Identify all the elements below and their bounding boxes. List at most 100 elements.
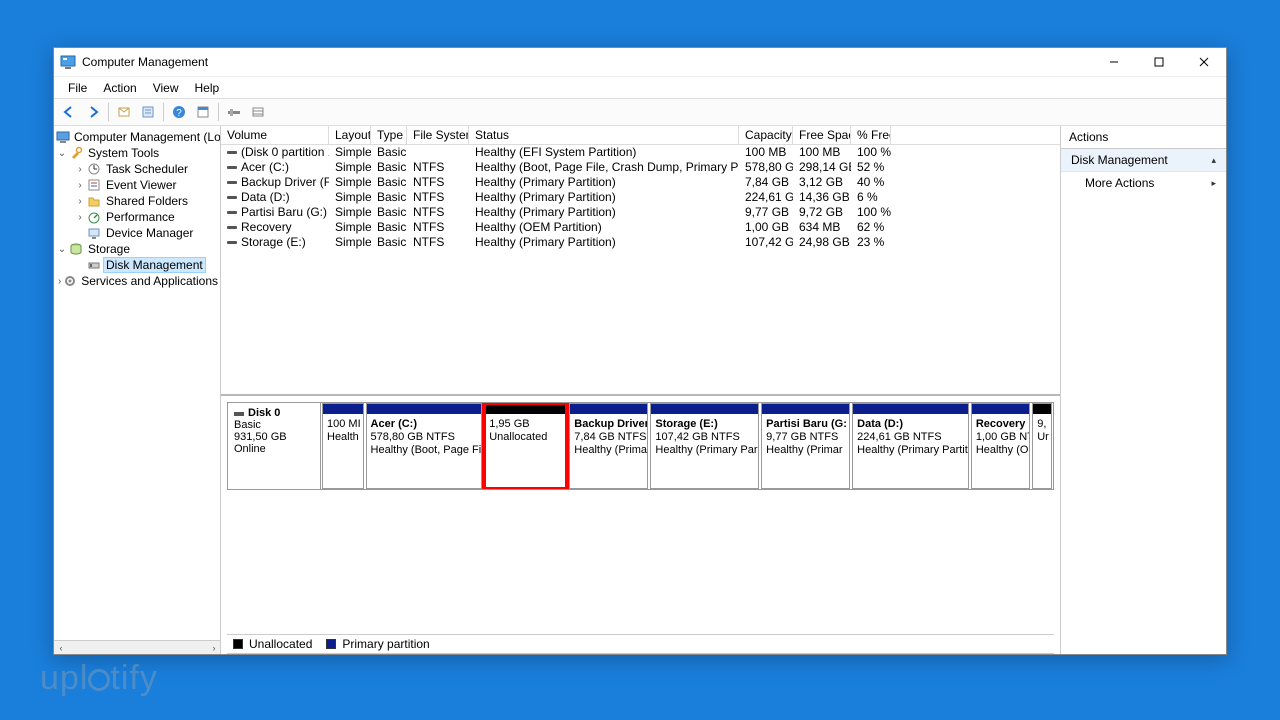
list-button[interactable]	[247, 101, 269, 123]
col-status[interactable]: Status	[469, 126, 739, 144]
disk-graphical-view[interactable]: Disk 0 Basic 931,50 GB Online 100 MIHeal…	[221, 396, 1060, 654]
col-freespace[interactable]: Free Space	[793, 126, 851, 144]
scroll-right-icon[interactable]: ›	[207, 641, 221, 655]
tree-storage[interactable]: ⌄ Storage	[56, 241, 220, 257]
device-icon	[86, 225, 102, 241]
legend-primary: Primary partition	[342, 637, 429, 651]
partition-primary[interactable]: Partisi Baru (G:9,77 GB NTFSHealthy (Pri…	[761, 403, 850, 489]
expand-icon[interactable]: ›	[56, 276, 63, 287]
volume-row[interactable]: RecoverySimpleBasicNTFSHealthy (OEM Part…	[221, 220, 1060, 235]
tree-scrollbar[interactable]: ‹ ›	[54, 640, 221, 654]
partition-primary[interactable]: Recovery1,00 GB NTHealthy (OI	[971, 403, 1030, 489]
volume-row[interactable]: Acer (C:)SimpleBasicNTFSHealthy (Boot, P…	[221, 160, 1060, 175]
scroll-left-icon[interactable]: ‹	[54, 641, 68, 655]
minimize-button[interactable]	[1091, 48, 1136, 76]
disk-icon	[234, 412, 244, 416]
menu-action[interactable]: Action	[95, 79, 144, 97]
app-icon	[60, 54, 76, 70]
tree-disk-management[interactable]: › Disk Management	[56, 257, 220, 273]
expand-icon[interactable]: ›	[74, 164, 86, 175]
folder-icon	[86, 193, 102, 209]
close-button[interactable]	[1181, 48, 1226, 76]
disk-size: 931,50 GB	[234, 431, 314, 443]
tree-system-tools[interactable]: ⌄ System Tools	[56, 145, 220, 161]
col-capacity[interactable]: Capacity	[739, 126, 793, 144]
event-icon	[86, 177, 102, 193]
disk-status: Online	[234, 443, 314, 455]
titlebar[interactable]: Computer Management	[54, 48, 1226, 76]
window-controls	[1091, 48, 1226, 76]
toolbar: ?	[54, 98, 1226, 126]
partition-unallocated[interactable]: 1,95 GBUnallocated	[484, 403, 567, 489]
legend-unallocated: Unallocated	[249, 637, 312, 651]
collapse-icon[interactable]: ⌄	[56, 148, 68, 159]
col-layout[interactable]: Layout	[329, 126, 371, 144]
tree-event-viewer[interactable]: › Event Viewer	[56, 177, 220, 193]
actions-group[interactable]: Disk Management ▴	[1061, 149, 1226, 172]
tree-root[interactable]: Computer Management (Local	[56, 129, 220, 145]
refresh-button[interactable]	[113, 101, 135, 123]
perf-icon	[86, 209, 102, 225]
disk-type: Basic	[234, 419, 314, 431]
volume-row[interactable]: Backup Driver (F:)SimpleBasicNTFSHealthy…	[221, 175, 1060, 190]
watermark: upltify	[40, 659, 158, 698]
col-filesystem[interactable]: File System	[407, 126, 469, 144]
collapse-icon[interactable]: ▴	[1211, 155, 1216, 166]
help-button[interactable]: ?	[168, 101, 190, 123]
menubar: File Action View Help	[54, 76, 1226, 98]
expand-icon[interactable]: ›	[74, 212, 86, 223]
volume-row[interactable]: Storage (E:)SimpleBasicNTFSHealthy (Prim…	[221, 235, 1060, 250]
expand-icon[interactable]: ›	[74, 196, 86, 207]
tree-performance[interactable]: › Performance	[56, 209, 220, 225]
nav-tree[interactable]: Computer Management (Local ⌄ System Tool…	[54, 126, 221, 654]
col-volume[interactable]: Volume	[221, 126, 329, 144]
expand-icon[interactable]: ›	[74, 180, 86, 191]
volume-row[interactable]: (Disk 0 partition 1)SimpleBasicHealthy (…	[221, 145, 1060, 160]
col-type[interactable]: Type	[371, 126, 407, 144]
storage-icon	[68, 241, 84, 257]
actions-title: Actions	[1061, 126, 1226, 149]
disk-0-row[interactable]: Disk 0 Basic 931,50 GB Online 100 MIHeal…	[227, 402, 1054, 490]
tree-shared-folders[interactable]: › Shared Folders	[56, 193, 220, 209]
body: Computer Management (Local ⌄ System Tool…	[54, 126, 1226, 654]
back-button[interactable]	[58, 101, 80, 123]
tools-icon	[68, 145, 84, 161]
tree-services[interactable]: › Services and Applications	[56, 273, 220, 289]
legend: Unallocated Primary partition	[227, 634, 1054, 654]
forward-button[interactable]	[82, 101, 104, 123]
computer-management-window: Computer Management File Action View Hel…	[53, 47, 1227, 655]
computer-icon	[56, 129, 70, 145]
menu-file[interactable]: File	[60, 79, 95, 97]
tree-device-manager[interactable]: › Device Manager	[56, 225, 220, 241]
partition-primary[interactable]: Backup Driver7,84 GB NTFSHealthy (Primar	[569, 403, 648, 489]
settings-button[interactable]	[223, 101, 245, 123]
col-pctfree[interactable]: % Free	[851, 126, 891, 144]
volume-list[interactable]: Volume Layout Type File System Status Ca…	[221, 126, 1060, 396]
partition-unallocated[interactable]: 9,Ur	[1032, 403, 1052, 489]
view-button[interactable]	[192, 101, 214, 123]
column-headers[interactable]: Volume Layout Type File System Status Ca…	[221, 126, 1060, 145]
submenu-icon: ▸	[1211, 178, 1216, 189]
properties-button[interactable]	[137, 101, 159, 123]
tree-task-scheduler[interactable]: › Task Scheduler	[56, 161, 220, 177]
partition-primary[interactable]: Data (D:)224,61 GB NTFSHealthy (Primary …	[852, 403, 969, 489]
actions-more[interactable]: More Actions ▸	[1061, 172, 1226, 194]
menu-help[interactable]: Help	[187, 79, 228, 97]
legend-swatch-unallocated	[233, 639, 243, 649]
legend-swatch-primary	[326, 639, 336, 649]
svg-text:?: ?	[176, 108, 182, 119]
center-pane: Volume Layout Type File System Status Ca…	[221, 126, 1061, 654]
services-icon	[63, 273, 77, 289]
partition-primary[interactable]: Storage (E:)107,42 GB NTFSHealthy (Prima…	[650, 403, 759, 489]
disk-icon	[86, 257, 102, 273]
menu-view[interactable]: View	[145, 79, 187, 97]
actions-pane: Actions Disk Management ▴ More Actions ▸	[1061, 126, 1226, 654]
clock-icon	[86, 161, 102, 177]
maximize-button[interactable]	[1136, 48, 1181, 76]
partition-primary[interactable]: Acer (C:)578,80 GB NTFSHealthy (Boot, Pa…	[366, 403, 483, 489]
disk-0-label[interactable]: Disk 0 Basic 931,50 GB Online	[228, 403, 321, 489]
partition-primary[interactable]: 100 MIHealth	[322, 403, 364, 489]
collapse-icon[interactable]: ⌄	[56, 244, 68, 255]
volume-row[interactable]: Data (D:)SimpleBasicNTFSHealthy (Primary…	[221, 190, 1060, 205]
volume-row[interactable]: Partisi Baru (G:)SimpleBasicNTFSHealthy …	[221, 205, 1060, 220]
